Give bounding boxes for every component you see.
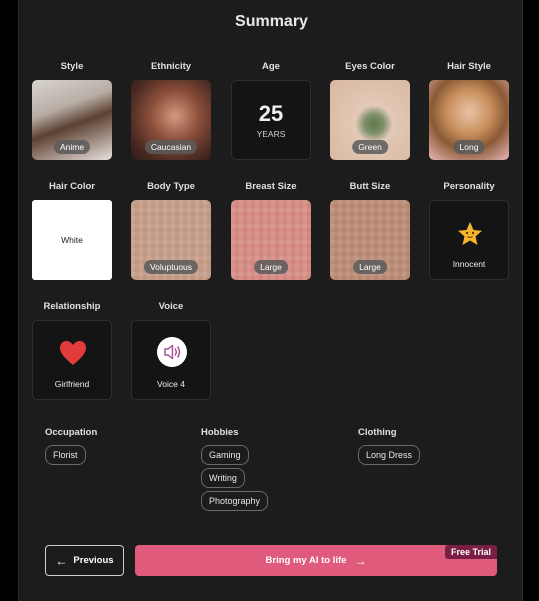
hair-style-option[interactable]: Hair Style Long xyxy=(428,60,510,160)
personality-card: Innocent xyxy=(429,200,509,280)
voice-card: Voice 4 xyxy=(131,320,211,400)
ethnicity-image: Caucasian xyxy=(131,80,211,160)
eyes-color-badge: Green xyxy=(352,140,388,154)
relationship-value: Girlfriend xyxy=(54,379,90,389)
hobby-chip: Gaming xyxy=(201,445,249,465)
style-badge: Anime xyxy=(53,140,91,154)
hair-style-image: Long xyxy=(429,80,509,160)
body-type-badge: Voluptuous xyxy=(143,260,199,274)
speaker-icon xyxy=(157,337,187,367)
butt-size-option[interactable]: Butt Size Large xyxy=(329,180,411,280)
relationship-card: Girlfriend xyxy=(32,320,112,400)
breast-size-badge: Large xyxy=(254,260,288,274)
personality-label: Personality xyxy=(443,181,495,192)
star-icon xyxy=(458,222,482,245)
ethnicity-option[interactable]: Ethnicity Caucasian xyxy=(130,60,212,160)
eyes-color-option[interactable]: Eyes Color Green xyxy=(329,60,411,160)
previous-label: Previous xyxy=(73,555,114,566)
page-title: Summary xyxy=(235,13,308,30)
previous-button[interactable]: ← Previous xyxy=(45,545,124,576)
age-unit: YEARS xyxy=(256,129,286,139)
voice-value: Voice 4 xyxy=(157,379,185,389)
age-label: Age xyxy=(262,61,280,72)
age-option[interactable]: Age 25 YEARS xyxy=(230,60,312,160)
occupation-label: Occupation xyxy=(45,427,98,438)
butt-size-label: Butt Size xyxy=(349,181,391,192)
personality-value: Innocent xyxy=(452,259,486,269)
hair-color-label: Hair Color xyxy=(49,181,95,192)
style-option[interactable]: Style Anime xyxy=(31,60,113,160)
hobbies-label: Hobbies xyxy=(201,427,239,438)
ethnicity-label: Ethnicity xyxy=(150,61,192,72)
breast-size-option[interactable]: Breast Size Large xyxy=(230,180,312,280)
body-type-option[interactable]: Body Type Voluptuous xyxy=(130,180,212,280)
free-trial-badge: Free Trial xyxy=(444,545,497,559)
style-label: Style xyxy=(60,61,84,72)
hair-color-value: White xyxy=(61,235,83,245)
butt-size-badge: Large xyxy=(353,260,387,274)
relationship-label: Relationship xyxy=(43,301,101,312)
voice-label: Voice xyxy=(158,301,184,312)
bring-to-life-label: Bring my AI to life xyxy=(265,555,347,566)
summary-panel: Summary Style Anime Ethnicity Caucasian … xyxy=(18,0,523,601)
style-image: Anime xyxy=(32,80,112,160)
ethnicity-badge: Caucasian xyxy=(144,140,198,154)
hair-style-badge: Long xyxy=(453,140,485,154)
hobby-chip: Photography xyxy=(201,491,269,511)
voice-option[interactable]: Voice Voice 4 xyxy=(130,300,212,400)
hair-color-swatch: White xyxy=(32,200,112,280)
breast-size-label: Breast Size xyxy=(245,181,297,192)
hair-color-option[interactable]: Hair Color White xyxy=(31,180,113,280)
occupation-chip: Florist xyxy=(45,445,86,465)
clothing-chip: Long Dress xyxy=(358,445,421,465)
body-type-image: Voluptuous xyxy=(131,200,211,280)
eyes-color-image: Green xyxy=(330,80,410,160)
hair-style-label: Hair Style xyxy=(447,61,491,72)
clothing-label: Clothing xyxy=(358,427,397,438)
bring-to-life-button[interactable]: Bring my AI to life → Free Trial xyxy=(135,545,497,576)
personality-option[interactable]: Personality Innocent xyxy=(428,180,510,280)
arrow-left-icon: ← xyxy=(55,553,68,568)
relationship-option[interactable]: Relationship Girlfriend xyxy=(31,300,113,400)
age-card: 25 YEARS xyxy=(231,80,311,160)
body-type-label: Body Type xyxy=(147,181,195,192)
butt-size-image: Large xyxy=(330,200,410,280)
age-value: 25 xyxy=(258,101,284,126)
hobby-chip: Writing xyxy=(201,468,245,488)
arrow-right-icon: → xyxy=(354,553,367,568)
heart-icon xyxy=(60,341,86,365)
eyes-color-label: Eyes Color xyxy=(345,61,395,72)
breast-size-image: Large xyxy=(231,200,311,280)
